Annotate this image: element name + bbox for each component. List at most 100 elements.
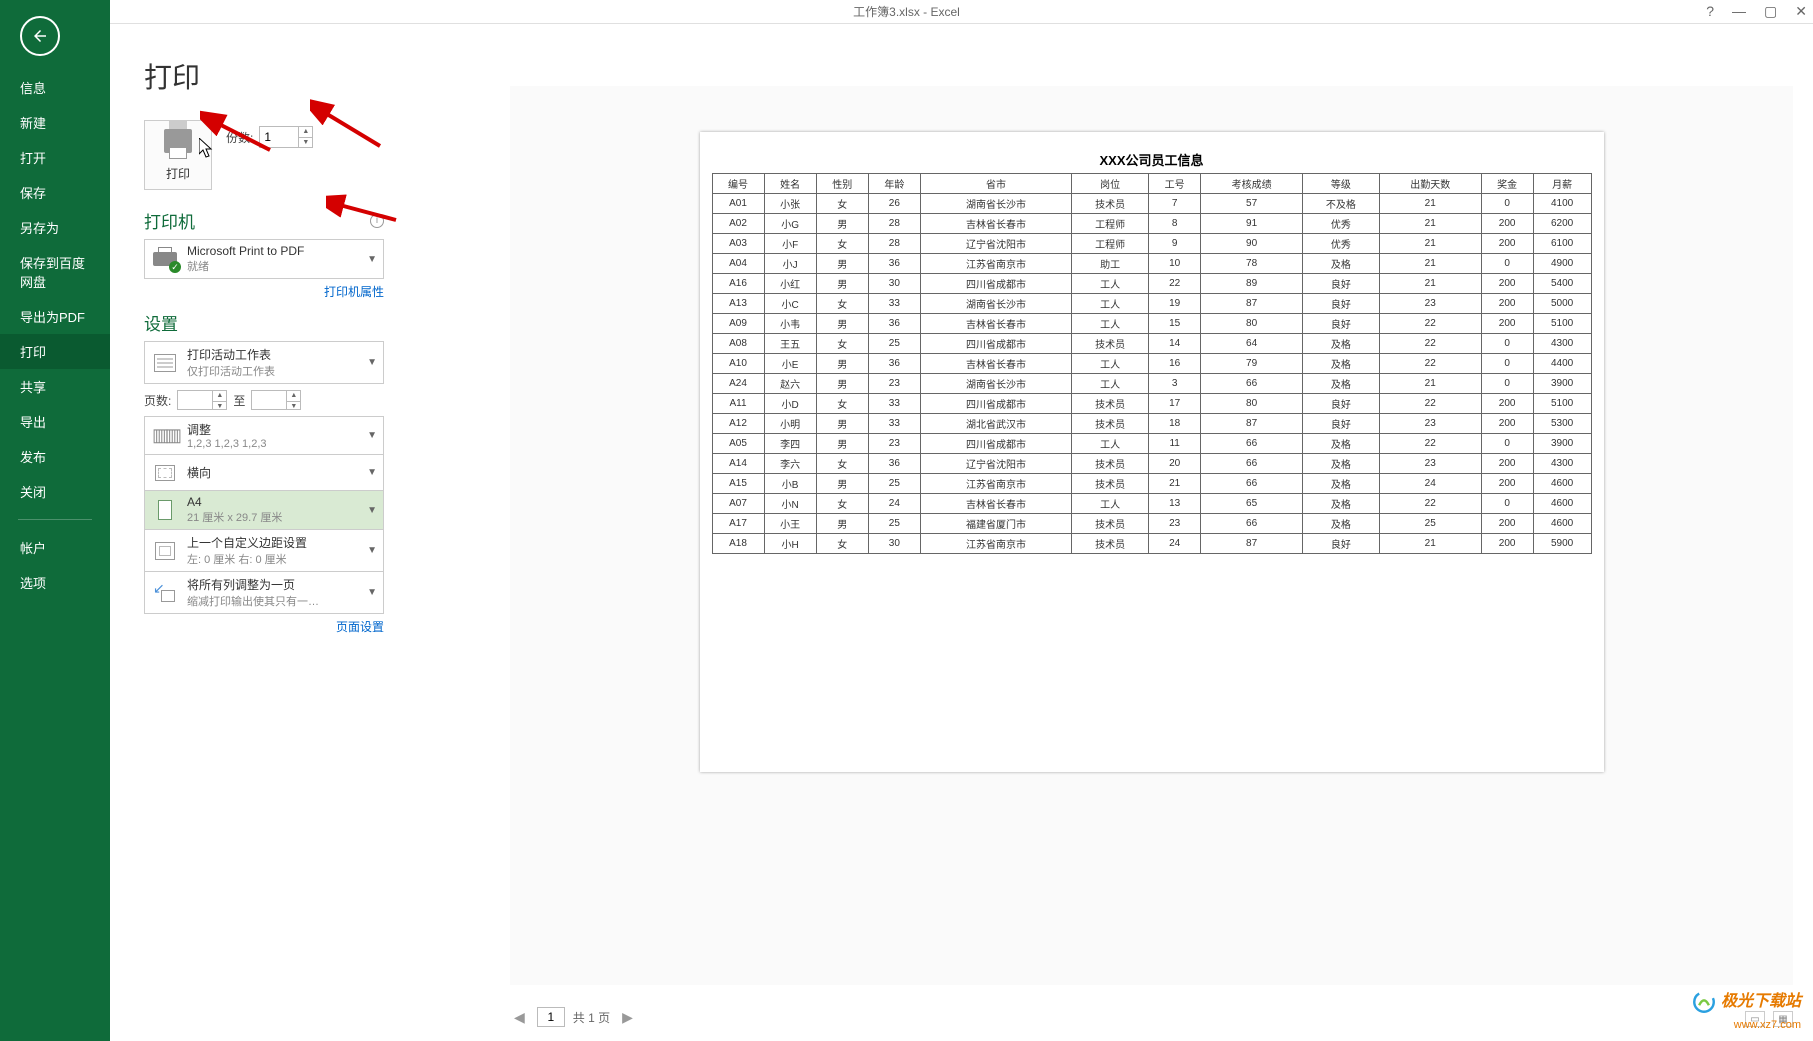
pages-to-label: 至 (233, 392, 245, 409)
window-title: 工作簿3.xlsx - Excel (853, 3, 960, 20)
sidebar-item[interactable]: 关闭 (0, 474, 110, 509)
table-cell: 20 (1149, 454, 1201, 474)
table-cell: 21 (1379, 254, 1481, 274)
sidebar-item[interactable]: 另存为 (0, 210, 110, 245)
table-cell: 200 (1481, 234, 1533, 254)
printer-status-icon: ✓ (153, 249, 177, 269)
copies-up[interactable]: ▲ (299, 127, 312, 138)
table-cell: A10 (712, 354, 764, 374)
sidebar-item[interactable]: 帐户 (0, 530, 110, 565)
table-cell: 李六 (764, 454, 816, 474)
table-cell: 女 (816, 394, 868, 414)
sidebar-item[interactable]: 保存 (0, 175, 110, 210)
sidebar-item[interactable]: 打开 (0, 140, 110, 175)
scaling-main: 将所有列调整为一页 (187, 576, 367, 593)
sidebar-item[interactable]: 发布 (0, 439, 110, 474)
table-cell: 及格 (1302, 254, 1379, 274)
page-number-input[interactable] (537, 1007, 565, 1027)
fit-icon (155, 584, 175, 602)
minimize-button[interactable]: — (1732, 3, 1746, 20)
table-cell: 福建省厦门市 (920, 514, 1071, 534)
sidebar-item[interactable]: 信息 (0, 70, 110, 105)
table-cell: 男 (816, 414, 868, 434)
table-cell: 4300 (1533, 454, 1591, 474)
paper-dropdown[interactable]: A4 21 厘米 x 29.7 厘米 ▼ (145, 491, 383, 530)
table-cell: 65 (1201, 494, 1303, 514)
table-cell: 小J (764, 254, 816, 274)
print-button[interactable]: 打印 (144, 120, 212, 190)
chevron-down-icon: ▼ (367, 357, 377, 368)
table-cell: A18 (712, 534, 764, 554)
orientation-icon (155, 465, 175, 481)
table-cell: 200 (1481, 534, 1533, 554)
table-cell: 男 (816, 314, 868, 334)
copies-spinner[interactable]: ▲▼ (259, 126, 313, 148)
table-row: A16小红男30四川省成都市工人2289良好212005400 (712, 274, 1591, 294)
table-cell: 22 (1379, 494, 1481, 514)
table-cell: 5400 (1533, 274, 1591, 294)
printer-properties-link[interactable]: 打印机属性 (144, 283, 384, 300)
table-cell: 22 (1379, 394, 1481, 414)
sidebar-item[interactable]: 打印 (0, 334, 110, 369)
table-cell: 辽宁省沈阳市 (920, 234, 1071, 254)
page-from-input[interactable] (178, 391, 212, 409)
help-icon[interactable]: ? (1706, 3, 1714, 20)
scaling-dropdown[interactable]: 将所有列调整为一页 缩减打印输出使其只有一… ▼ (145, 572, 383, 613)
table-cell: 小E (764, 354, 816, 374)
table-row: A14李六女36辽宁省沈阳市技术员2066及格232004300 (712, 454, 1591, 474)
sidebar-item[interactable]: 导出 (0, 404, 110, 439)
table-cell: 4300 (1533, 334, 1591, 354)
info-icon[interactable]: i (370, 214, 384, 228)
next-page-button[interactable]: ▶ (618, 1009, 637, 1026)
table-header-cell: 岗位 (1072, 174, 1149, 194)
table-cell: 28 (868, 234, 920, 254)
sidebar-item[interactable]: 选项 (0, 565, 110, 600)
table-cell: 24 (1379, 474, 1481, 494)
table-cell: 21 (1379, 214, 1481, 234)
margins-dropdown[interactable]: 上一个自定义边距设置 左: 0 厘米 右: 0 厘米 ▼ (145, 530, 383, 572)
restore-button[interactable]: ▢ (1764, 3, 1777, 20)
table-cell: 25 (868, 334, 920, 354)
table-cell: A12 (712, 414, 764, 434)
table-cell: A07 (712, 494, 764, 514)
table-row: A13小C女33湖南省长沙市工人1987良好232005000 (712, 294, 1591, 314)
table-header-cell: 奖金 (1481, 174, 1533, 194)
table-cell: 辽宁省沈阳市 (920, 454, 1071, 474)
sidebar-item[interactable]: 共享 (0, 369, 110, 404)
collate-dropdown[interactable]: ▥▥ 调整 1,2,3 1,2,3 1,2,3 ▼ (145, 417, 383, 455)
table-cell: 9 (1149, 234, 1201, 254)
copies-down[interactable]: ▼ (299, 138, 312, 148)
table-header-cell: 省市 (920, 174, 1071, 194)
orientation-dropdown[interactable]: 横向 ▼ (145, 455, 383, 491)
page-to-spinner[interactable]: ▲▼ (251, 390, 301, 410)
printer-dropdown[interactable]: ✓ Microsoft Print to PDF 就绪 ▼ (144, 239, 384, 279)
table-cell: 小韦 (764, 314, 816, 334)
prev-page-button[interactable]: ◀ (510, 1009, 529, 1026)
back-button[interactable] (20, 16, 60, 56)
page-from-spinner[interactable]: ▲▼ (177, 390, 227, 410)
table-cell: 男 (816, 274, 868, 294)
chevron-down-icon: ▼ (367, 587, 377, 598)
copies-input[interactable] (260, 127, 298, 147)
table-cell: 66 (1201, 374, 1303, 394)
sidebar-item[interactable]: 新建 (0, 105, 110, 140)
table-cell: 25 (1379, 514, 1481, 534)
table-cell: 良好 (1302, 274, 1379, 294)
table-cell: 200 (1481, 274, 1533, 294)
page-to-input[interactable] (252, 391, 286, 409)
table-cell: 33 (868, 294, 920, 314)
print-what-dropdown[interactable]: 打印活动工作表 仅打印活动工作表 ▼ (144, 341, 384, 384)
table-cell: 男 (816, 514, 868, 534)
table-cell: 0 (1481, 334, 1533, 354)
page-setup-link[interactable]: 页面设置 (144, 618, 384, 635)
table-cell: 工程师 (1072, 234, 1149, 254)
table-cell: 10 (1149, 254, 1201, 274)
close-button[interactable]: ✕ (1795, 3, 1807, 20)
table-cell: 6200 (1533, 214, 1591, 234)
sidebar-item[interactable]: 导出为PDF (0, 299, 110, 334)
table-cell: 吉林省长春市 (920, 354, 1071, 374)
table-row: A15小B男25江苏省南京市技术员2166及格242004600 (712, 474, 1591, 494)
sidebar-item[interactable]: 保存到百度网盘 (0, 245, 110, 299)
table-cell: 5100 (1533, 314, 1591, 334)
table-cell: 4600 (1533, 474, 1591, 494)
